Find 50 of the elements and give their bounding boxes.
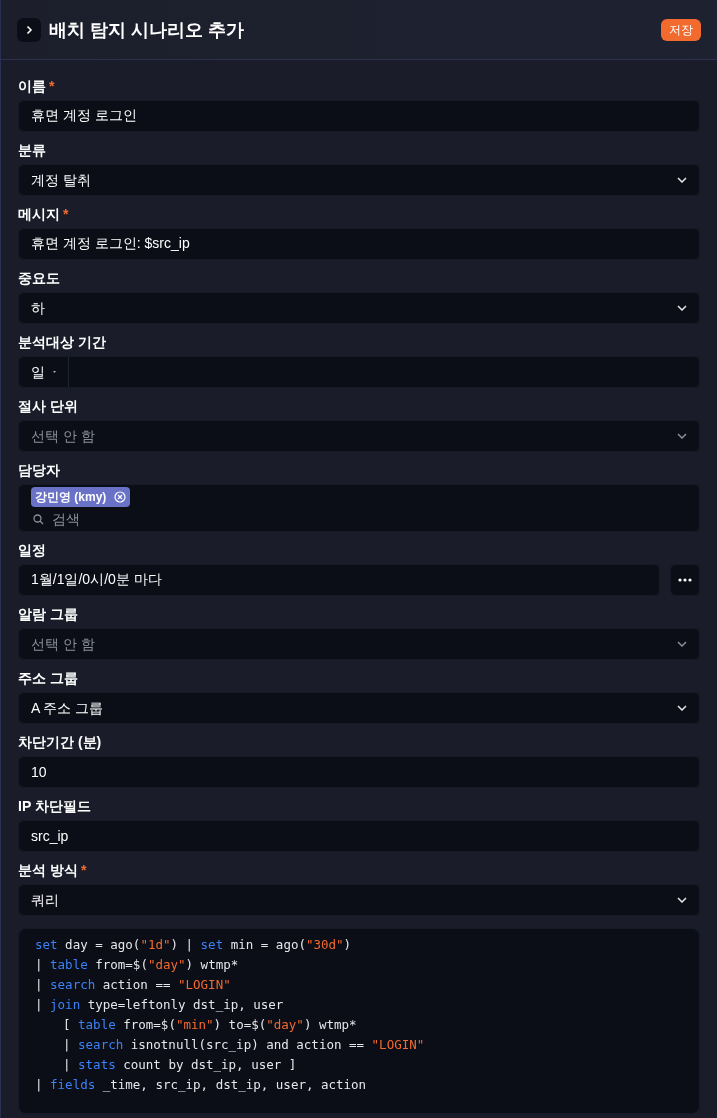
code-line: | join type=leftonly dst_ip, user [35,996,285,1014]
search-field[interactable]: 검색 [52,509,212,529]
field-label: 이름 [18,77,46,96]
field-label: 일정 [18,541,46,560]
chevron-down-icon [677,305,687,311]
select-dropdown[interactable]: 선택 안 함 [18,628,700,660]
search-icon [33,513,44,525]
field-label: IP 차단필드 [18,797,91,816]
code-line: | search isnotnull(src_ip) and action == "LOGIN" [62,1036,426,1054]
chevron-down-icon [677,897,687,903]
text-field[interactable]: 휴면 계정 로그인 [18,100,700,132]
field-label: 분석 방식 [18,861,78,880]
field-label: 알람 그룹 [18,605,78,624]
select-dropdown[interactable]: A 주소 그룹 [18,692,700,724]
field-label: 담당자 [18,461,60,480]
field-label: 차단기간 (분) [18,733,102,752]
more-icon [678,578,692,582]
code-line: | table from=$("day") wtmp* [35,956,240,974]
field-label: 메시지 [18,205,60,224]
expand-button[interactable] [17,17,41,42]
field-label: 분석대상 기간 [18,333,106,352]
code-line: set day = ago("1d") | set min = ago("30d") [35,936,353,954]
select-dropdown[interactable]: 선택 안 함 [18,420,700,452]
select-dropdown[interactable]: 하 [18,292,700,324]
page-title: 배치 탐지 시나리오 추가 [49,18,244,42]
text-field[interactable]: src_ip [18,820,700,852]
user-tag: 강민영 (kmy) [31,487,131,507]
schedule-field[interactable]: 1월/1일/0시/0분 마다 [18,564,660,596]
text-field[interactable]: 휴면 계정 로그인: $src_ip [18,228,700,260]
required-asterisk: * [49,77,55,96]
required-asterisk: * [80,861,87,880]
select-dropdown[interactable]: 쿼리 [18,884,700,916]
required-asterisk: * [63,205,69,224]
remove-icon[interactable] [114,491,127,503]
chevron-down-icon [677,705,687,711]
chevron-right-icon [24,24,34,35]
more-button[interactable] [670,564,700,596]
text-field[interactable]: 10 [18,756,700,788]
code-line: | fields _time, src_ip, dst_ip, user, action [35,1076,368,1094]
field-label: 주소 그룹 [18,669,78,688]
field-label: 분류 [18,141,46,160]
field-label: 중요도 [18,269,60,288]
field-label: 절사 단위 [18,397,78,416]
code-line: [ table from=$("min") to=$("day") wtmp* [62,1016,358,1034]
chevron-down-icon [677,433,687,439]
chevron-down-icon [677,177,687,183]
select-dropdown[interactable]: 계정 탈취 [18,164,700,196]
chevron-down-icon [677,641,687,647]
code-line: | stats count by dst_ip, user ] [62,1056,298,1074]
code-line: | search action == "LOGIN" [35,976,232,994]
